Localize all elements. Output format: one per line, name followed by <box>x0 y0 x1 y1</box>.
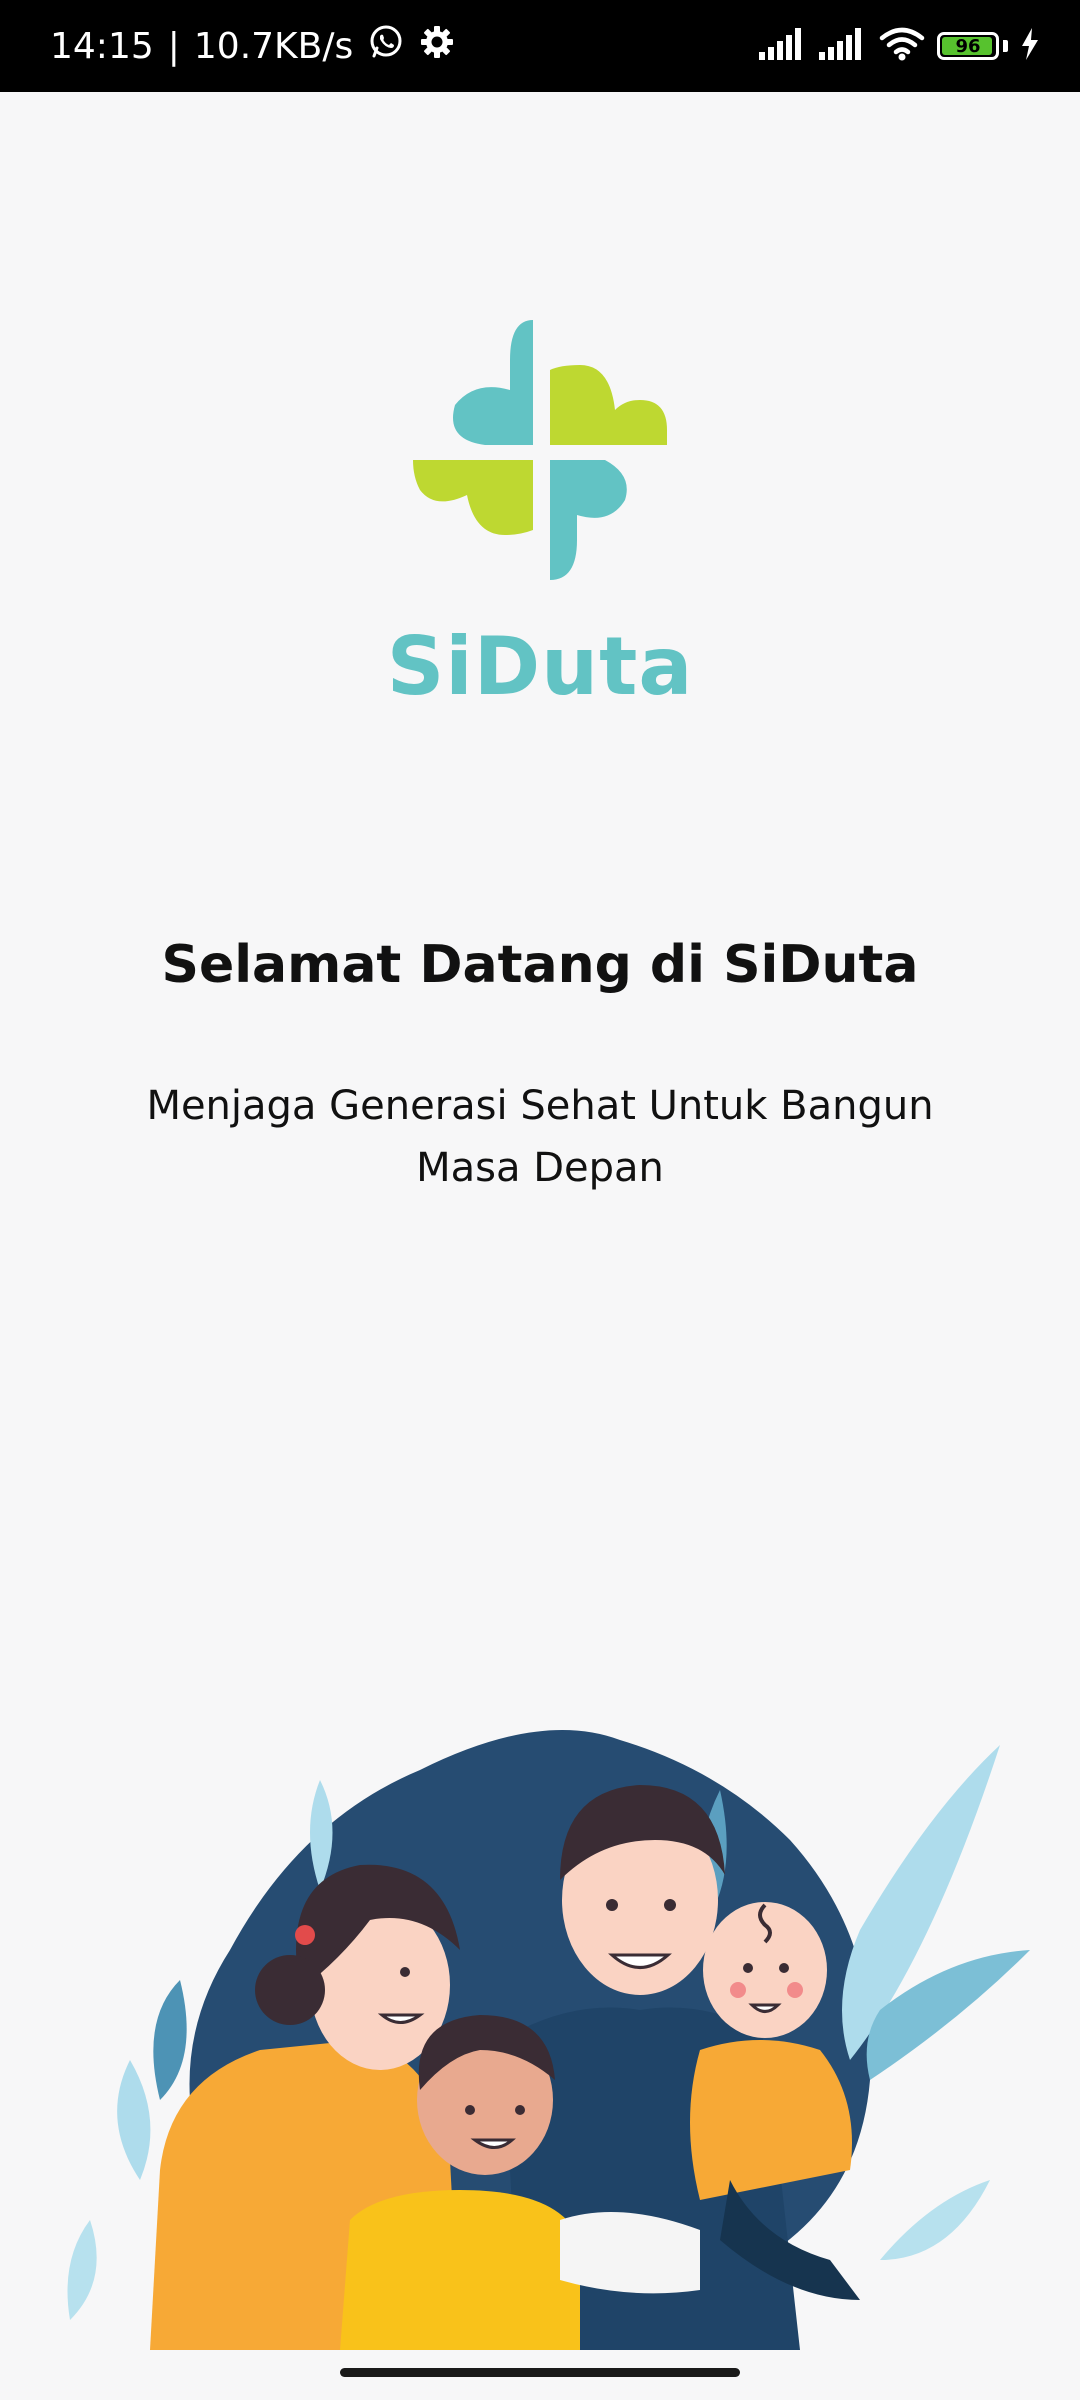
status-time: 14:15 <box>50 25 154 67</box>
status-separator: | <box>167 25 180 67</box>
settings-gear-icon <box>419 24 455 69</box>
battery-icon: 96 <box>937 32 999 60</box>
signal-icon <box>819 28 867 64</box>
status-bar: 14:15 | 10.7KB/s 96 <box>0 0 1080 92</box>
brand-name: SiDuta <box>386 620 694 713</box>
splash-screen: 14:15 | 10.7KB/s 96 SiDuta Selamat Datan… <box>0 0 1080 2400</box>
status-left: 14:15 | 10.7KB/s <box>50 0 455 92</box>
network-speed: 10.7KB/s <box>193 25 354 67</box>
status-right: 96 <box>759 0 1040 92</box>
battery-tip <box>1003 40 1008 52</box>
charging-icon <box>1020 28 1040 64</box>
gesture-nav-bar[interactable] <box>340 2368 740 2377</box>
whatsapp-icon <box>367 23 405 70</box>
battery-level: 96 <box>955 35 981 57</box>
welcome-tagline: Menjaga Generasi Sehat Untuk Bangun Masa… <box>146 1083 934 1191</box>
family-illustration <box>0 1700 1080 2350</box>
siduta-logo-icon <box>405 315 675 585</box>
wifi-icon <box>879 27 925 65</box>
signal-icon <box>759 28 807 64</box>
welcome-title: Selamat Datang di SiDuta <box>161 935 919 995</box>
